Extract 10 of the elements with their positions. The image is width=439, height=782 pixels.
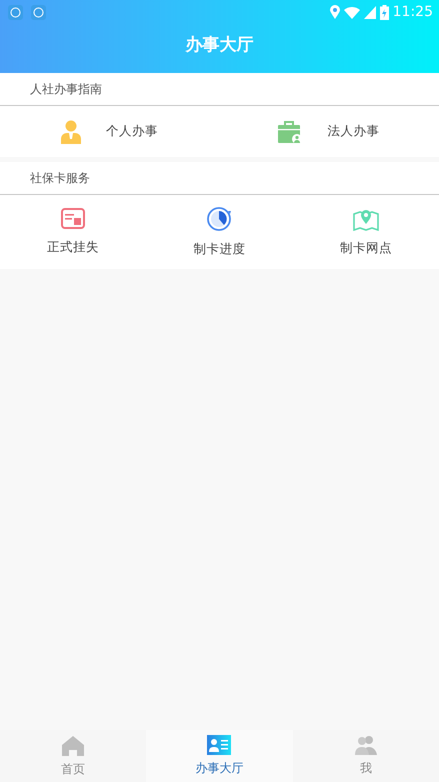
service-item[interactable]: 制卡网点 bbox=[292, 195, 439, 269]
service-item[interactable]: 正式挂失 bbox=[0, 195, 146, 269]
status-time: 11:25 bbox=[392, 2, 433, 22]
section-header: 社保卡服务 bbox=[0, 162, 439, 195]
section-header: 人社办事指南 bbox=[0, 73, 439, 106]
service-item[interactable]: 法人办事 bbox=[218, 106, 439, 157]
service-item[interactable]: 制卡进度 bbox=[146, 195, 293, 269]
service-item[interactable]: 个人办事 bbox=[0, 106, 218, 157]
page-title: 办事大厅 bbox=[186, 35, 254, 55]
tab-item[interactable]: 办事大厅 bbox=[146, 730, 293, 782]
